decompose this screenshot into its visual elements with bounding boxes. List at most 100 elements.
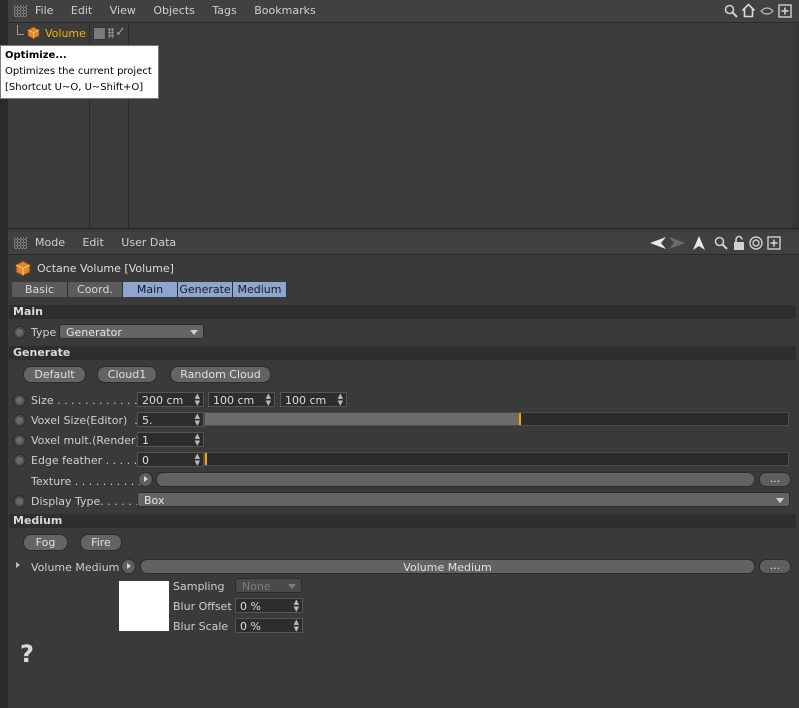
spinner-icon[interactable]: ▲ ▼	[195, 393, 200, 407]
volume-medium-value: Volume Medium	[403, 561, 492, 574]
spinner-icon[interactable]: ▲ ▼	[195, 433, 200, 447]
object-manager-toolbar	[722, 3, 798, 19]
render-visibility-dots[interactable]	[108, 28, 114, 38]
volume-object-icon	[27, 26, 40, 39]
display-type-animation-radio[interactable]	[13, 495, 26, 508]
spinner-icon[interactable]: ▲ ▼	[266, 393, 271, 407]
size-z-field[interactable]: 100 cm ▲ ▼	[280, 392, 347, 407]
menu-bookmarks[interactable]: Bookmarks	[254, 4, 315, 17]
tab-medium[interactable]: Medium	[233, 282, 287, 297]
size-z-value: 100 cm	[285, 394, 327, 407]
spinner-icon[interactable]: ▲ ▼	[195, 453, 200, 467]
volume-medium-more-button[interactable]: ...	[759, 559, 791, 574]
menu-objects[interactable]: Objects	[153, 4, 195, 17]
eye-icon[interactable]	[760, 6, 774, 16]
chevron-down-icon	[776, 498, 784, 503]
size-y-field[interactable]: 100 cm ▲ ▼	[208, 392, 275, 407]
tooltip-shortcut: [Shortcut U~O, U~Shift+O]	[5, 82, 144, 93]
help-icon[interactable]: ?	[20, 640, 34, 668]
default-button[interactable]: Default	[23, 366, 86, 383]
fire-button[interactable]: Fire	[80, 534, 122, 551]
object-manager-menu: File Edit View Objects Tags Bookmarks	[35, 4, 330, 17]
edge-feather-label: Edge feather . . . . .	[31, 454, 138, 467]
expand-arrow-icon[interactable]	[16, 562, 20, 568]
menu-mode[interactable]: Mode	[35, 236, 65, 249]
new-window-icon[interactable]	[767, 236, 781, 250]
blur-scale-field[interactable]: 0 % ▲ ▼	[235, 618, 303, 633]
spinner-icon[interactable]: ▲ ▼	[195, 413, 200, 427]
target-icon[interactable]	[749, 236, 763, 250]
menu-user-data[interactable]: User Data	[121, 236, 176, 249]
object-manager-menubar: File Edit View Objects Tags Bookmarks	[8, 0, 799, 23]
edge-feather-slider[interactable]	[204, 452, 789, 466]
left-dock	[0, 0, 8, 708]
edge-feather-field[interactable]: 0 ▲ ▼	[137, 452, 204, 467]
texture-play-button[interactable]	[138, 472, 153, 487]
edge-feather-value: 0	[142, 454, 149, 467]
display-type-dropdown[interactable]: Box	[137, 492, 790, 507]
slider-thumb[interactable]	[518, 413, 521, 425]
volume-medium-link-field[interactable]: Volume Medium	[140, 559, 755, 574]
enabled-check-icon[interactable]: ✓	[115, 25, 126, 40]
scrollbar[interactable]	[793, 23, 799, 228]
section-main: Main	[9, 305, 796, 319]
home-icon[interactable]	[741, 3, 756, 18]
voxel-mult-label: Voxel mult.(Render)	[31, 434, 140, 447]
tab-coord[interactable]: Coord.	[68, 282, 123, 297]
back-arrow-icon[interactable]	[649, 236, 667, 250]
display-type-label: Display Type. . . . . .	[31, 495, 139, 508]
volume-medium-play-button[interactable]	[121, 559, 136, 574]
object-row[interactable]: Volume ✓	[8, 25, 129, 43]
attribute-manager-toolbar	[648, 235, 798, 251]
blur-offset-label: Blur Offset	[173, 600, 232, 613]
slider-thumb[interactable]	[205, 453, 207, 465]
volume-object-icon	[15, 260, 31, 276]
tooltip: Optimize... Optimizes the current projec…	[0, 45, 159, 99]
lock-icon[interactable]	[732, 235, 746, 251]
type-dropdown[interactable]: Generator	[59, 324, 204, 339]
spinner-icon[interactable]: ▲ ▼	[338, 393, 343, 407]
spinner-icon[interactable]: ▲ ▼	[294, 619, 299, 633]
menu-edit[interactable]: Edit	[82, 236, 103, 249]
voxel-size-animation-radio[interactable]	[13, 414, 26, 427]
spinner-icon[interactable]: ▲ ▼	[294, 599, 299, 613]
tab-basic[interactable]: Basic	[12, 282, 68, 297]
new-window-icon[interactable]	[778, 4, 792, 18]
attribute-manager-panel: Mode Edit User Data	[8, 232, 799, 708]
voxel-size-slider[interactable]	[204, 412, 789, 426]
medium-preview-swatch[interactable]	[119, 581, 169, 631]
object-name[interactable]: Volume	[45, 27, 86, 40]
tab-main[interactable]: Main	[123, 282, 178, 297]
cloud1-button[interactable]: Cloud1	[97, 366, 157, 383]
voxel-mult-animation-radio[interactable]	[13, 434, 26, 447]
chevron-down-icon	[190, 330, 198, 335]
voxel-mult-field[interactable]: 1 ▲ ▼	[137, 432, 204, 447]
slider-fill	[205, 413, 520, 425]
editor-visibility-toggle[interactable]	[93, 27, 106, 40]
sampling-value: None	[242, 580, 271, 593]
menu-edit[interactable]: Edit	[71, 4, 92, 17]
search-icon[interactable]	[724, 4, 738, 18]
size-animation-radio[interactable]	[13, 394, 26, 407]
size-x-field[interactable]: 200 cm ▲ ▼	[137, 392, 204, 407]
edge-feather-animation-radio[interactable]	[13, 454, 26, 467]
sampling-dropdown[interactable]: None	[235, 578, 302, 593]
type-animation-radio[interactable]	[13, 326, 26, 339]
blur-offset-field[interactable]: 0 % ▲ ▼	[235, 598, 303, 613]
menu-file[interactable]: File	[35, 4, 53, 17]
menu-view[interactable]: View	[110, 4, 136, 17]
size-x-value: 200 cm	[142, 394, 184, 407]
texture-more-button[interactable]: ...	[759, 472, 791, 487]
panel-grip-icon[interactable]	[14, 5, 27, 17]
tab-generate[interactable]: Generate	[178, 282, 233, 297]
fog-button[interactable]: Fog	[23, 534, 68, 551]
up-arrow-icon[interactable]	[692, 235, 706, 251]
random-cloud-button[interactable]: Random Cloud	[170, 366, 271, 383]
type-dropdown-value: Generator	[66, 326, 122, 339]
voxel-size-field[interactable]: 5. ▲ ▼	[137, 412, 204, 427]
panel-grip-icon[interactable]	[14, 237, 27, 249]
menu-tags[interactable]: Tags	[212, 4, 236, 17]
texture-link-field[interactable]	[156, 472, 755, 487]
forward-arrow-icon[interactable]	[668, 236, 686, 250]
search-icon[interactable]	[714, 236, 728, 250]
